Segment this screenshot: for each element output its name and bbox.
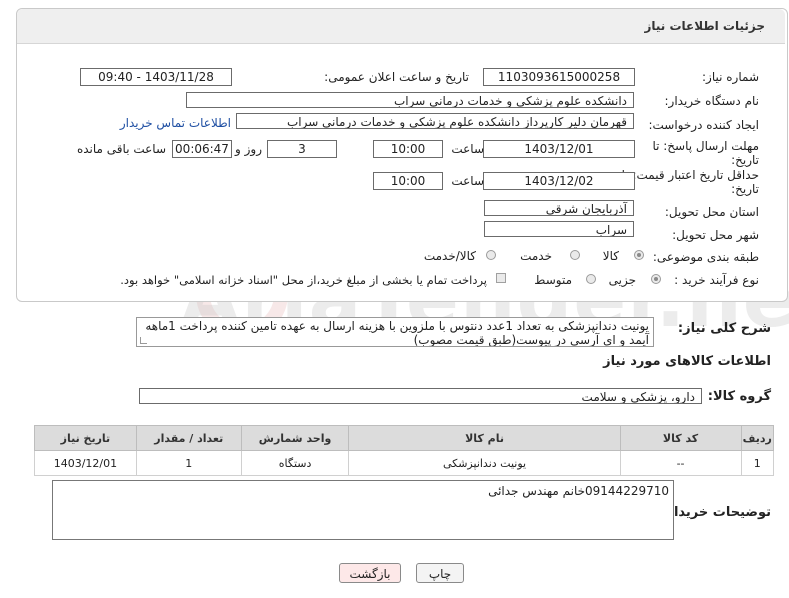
- process-option-medium: متوسط: [534, 273, 572, 287]
- buyer-contact-link[interactable]: اطلاعات تماس خریدار: [120, 116, 231, 130]
- buyer-notes-text: 09144229710خانم مهندس جدائی: [488, 484, 669, 498]
- province-field: آذربایجان شرقی: [484, 200, 634, 216]
- goods-table: ردیف کد کالا نام کالا واحد شمارش تعداد /…: [34, 425, 775, 476]
- description-box: یونیت دندانپزشکی به تعداد 1عدد دنتوس با …: [136, 317, 654, 347]
- buyer-org-field: دانشکده علوم پزشکی و خدمات درمانی سراب: [186, 92, 634, 108]
- days-label: روز و: [235, 142, 262, 156]
- cell-row: 1: [740, 450, 775, 476]
- col-date: تاریخ نیاز: [34, 425, 137, 451]
- validity-time-field: 10:00: [373, 172, 443, 190]
- process-radio-medium[interactable]: [586, 274, 596, 284]
- reply-deadline-label: مهلت ارسال پاسخ: تا: [652, 139, 759, 153]
- payment-note: پرداخت تمام یا بخشی از مبلغ خرید،از محل …: [120, 273, 487, 287]
- creator-field: قهرمان دلیر کارپرداز دانشکده علوم پزشکی …: [236, 113, 634, 129]
- col-qty: تعداد / مقدار: [135, 425, 242, 451]
- col-unit: واحد شمارش: [240, 425, 350, 451]
- need-number-field: 1103093615000258: [483, 68, 635, 86]
- cell-name: یونیت دندانپزشکی: [348, 450, 621, 476]
- cell-code: --: [619, 450, 742, 476]
- buyer-notes-box: 09144229710خانم مهندس جدائی: [52, 480, 674, 540]
- category-label: طبقه بندی موضوعی:: [652, 250, 759, 264]
- validity-time-label: ساعت: [451, 174, 484, 188]
- goods-section-title: اطلاعات کالاهای مورد نیاز: [603, 354, 771, 369]
- goods-group-field: دارو، پزشکی و سلامت: [139, 388, 702, 404]
- validity-label-date: تاریخ:: [731, 182, 759, 196]
- category-radio-goods-service[interactable]: [486, 250, 496, 260]
- validity-label: حداقل تاریخ اعتبار قیمت: تا: [621, 168, 759, 182]
- days-field: 3: [267, 140, 337, 158]
- announce-field: 1403/11/28 - 09:40: [80, 68, 232, 86]
- buyer-notes-label: توضیحات خریدار:: [661, 505, 771, 520]
- remaining-label: ساعت باقی مانده: [76, 142, 166, 156]
- print-button[interactable]: چاپ: [416, 563, 464, 583]
- city-label: شهر محل تحویل:: [672, 228, 759, 242]
- table-row: 1 -- یونیت دندانپزشکی دستگاه 1 1403/12/0…: [34, 450, 775, 476]
- table-header-row: ردیف کد کالا نام کالا واحد شمارش تعداد /…: [34, 425, 775, 451]
- province-label: استان محل تحویل:: [664, 205, 759, 219]
- buyer-org-label: نام دستگاه خریدار:: [664, 94, 760, 108]
- creator-label: ایجاد کننده درخواست:: [648, 118, 759, 132]
- resize-grip-icon[interactable]: [140, 337, 147, 344]
- cell-date: 1403/12/01: [34, 450, 137, 476]
- col-name: نام کالا: [348, 425, 621, 451]
- reply-date-field: 1403/12/01: [483, 140, 635, 158]
- description-text: یونیت دندانپزشکی به تعداد 1عدد دنتوس با …: [145, 319, 649, 347]
- category-option-service: خدمت: [520, 249, 552, 263]
- process-radio-minor[interactable]: [651, 274, 661, 284]
- cell-qty: 1: [135, 450, 242, 476]
- cell-unit: دستگاه: [240, 450, 350, 476]
- category-radio-service[interactable]: [570, 250, 580, 260]
- need-number-label: شماره نیاز:: [702, 70, 759, 84]
- panel-header: جزئیات اطلاعات نیاز: [17, 9, 785, 44]
- announce-label: تاریخ و ساعت اعلان عمومی:: [324, 70, 469, 84]
- process-option-minor: جزیی: [608, 273, 636, 287]
- back-button[interactable]: بازگشت: [339, 563, 401, 583]
- col-row: ردیف: [740, 425, 775, 451]
- reply-time-label: ساعت: [451, 142, 484, 156]
- remaining-time-field: 00:06:47: [172, 140, 232, 158]
- process-label: نوع فرآیند خرید :: [674, 273, 759, 287]
- treasury-checkbox[interactable]: [496, 273, 506, 283]
- description-label: شرح کلی نیاز:: [677, 321, 771, 336]
- city-field: سراب: [484, 221, 634, 237]
- validity-date-field: 1403/12/02: [483, 172, 635, 190]
- page-title: جزئیات اطلاعات نیاز: [644, 19, 765, 33]
- goods-group-label: گروه کالا:: [707, 389, 771, 404]
- reply-time-field: 10:00: [373, 140, 443, 158]
- category-option-goods: کالا: [602, 249, 619, 263]
- category-radio-goods[interactable]: [634, 250, 644, 260]
- category-option-goods-service: کالا/خدمت: [423, 249, 476, 263]
- reply-deadline-label-date: تاریخ:: [731, 153, 759, 167]
- col-code: کد کالا: [619, 425, 742, 451]
